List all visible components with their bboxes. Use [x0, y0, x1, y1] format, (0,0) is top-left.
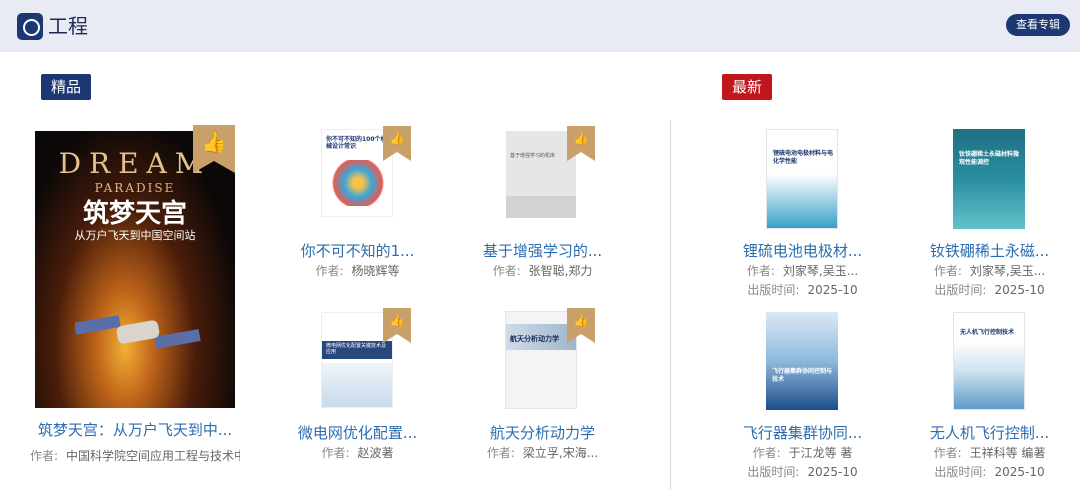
- view-album-button[interactable]: 查看专辑: [1006, 14, 1070, 36]
- book-author: 作者: 于江龙等 著: [752, 446, 853, 460]
- book-author: 作者: 梁立孚,宋海...: [486, 446, 599, 460]
- book-publish-date: 出版时间: 2025-10: [934, 283, 1045, 297]
- book-cover[interactable]: 钕铁硼稀土永磁材料微观性能调控: [953, 129, 1025, 229]
- book-author: 作者: 张智聪,郑力: [492, 264, 593, 278]
- featured-tag: 精品: [41, 74, 92, 100]
- cover-title-text: 筑梦天宫: [82, 199, 187, 229]
- thumbs-up-icon: 👍: [389, 313, 405, 328]
- page-title: 工程: [48, 14, 88, 38]
- main-book-title[interactable]: 筑梦天宫：从万户飞天到中...: [30, 419, 240, 440]
- section-divider: [670, 120, 671, 490]
- book-author: 作者: 王祥科等 编著: [933, 446, 1046, 460]
- book-author: 作者: 刘家琴,吴玉...: [933, 264, 1046, 278]
- recommend-badge: 👍: [193, 125, 235, 173]
- book-title[interactable]: 无人机飞行控制...: [922, 422, 1057, 443]
- book-title[interactable]: 钕铁硼稀土永磁...: [922, 240, 1057, 261]
- recommend-badge: 👍: [383, 126, 411, 161]
- book-author: 作者: 杨晓辉等: [315, 264, 400, 278]
- recommend-badge: 👍: [383, 308, 411, 343]
- book-title[interactable]: 锂硫电池电极材...: [735, 240, 870, 261]
- header-bar: 工程 查看专辑: [0, 0, 1080, 52]
- book-publish-date: 出版时间: 2025-10: [747, 465, 858, 479]
- thumbs-up-icon: 👍: [389, 131, 405, 146]
- book-title[interactable]: 航天分析动力学: [475, 422, 610, 443]
- book-cover[interactable]: 锂硫电池电极材料与电化学性能: [766, 129, 838, 229]
- book-cover[interactable]: 无人机飞行控制技术: [953, 312, 1025, 410]
- space-station-icon: [75, 315, 201, 349]
- thumbs-up-icon: 👍: [201, 130, 227, 154]
- book-cover[interactable]: 基于增强学习的机床: [506, 131, 576, 218]
- book-title[interactable]: 飞行器集群协同...: [735, 422, 870, 443]
- recommend-badge: 👍: [567, 308, 595, 343]
- book-publish-date: 出版时间: 2025-10: [747, 283, 858, 297]
- book-author: 作者: 刘家琴,吴玉...: [746, 264, 859, 278]
- cover-subtitle-text: 从万户飞天到中国空间站: [74, 229, 196, 242]
- book-title[interactable]: 你不可不知的1...: [290, 240, 425, 261]
- book-publish-date: 出版时间: 2025-10: [934, 465, 1045, 479]
- category-logo-icon: [17, 13, 43, 40]
- book-title[interactable]: 基于增强学习的...: [475, 240, 610, 261]
- latest-tag: 最新: [722, 74, 773, 100]
- book-cover[interactable]: 飞行器集群协同控制与技术: [766, 312, 838, 410]
- thumbs-up-icon: 👍: [573, 313, 589, 328]
- main-book-author: 作者: 中国科学院空间应用工程与技术中...: [30, 449, 240, 463]
- thumbs-up-icon: 👍: [573, 131, 589, 146]
- book-author: 作者: 赵波著: [321, 446, 394, 460]
- recommend-badge: 👍: [567, 126, 595, 161]
- book-title[interactable]: 微电网优化配置...: [290, 422, 425, 443]
